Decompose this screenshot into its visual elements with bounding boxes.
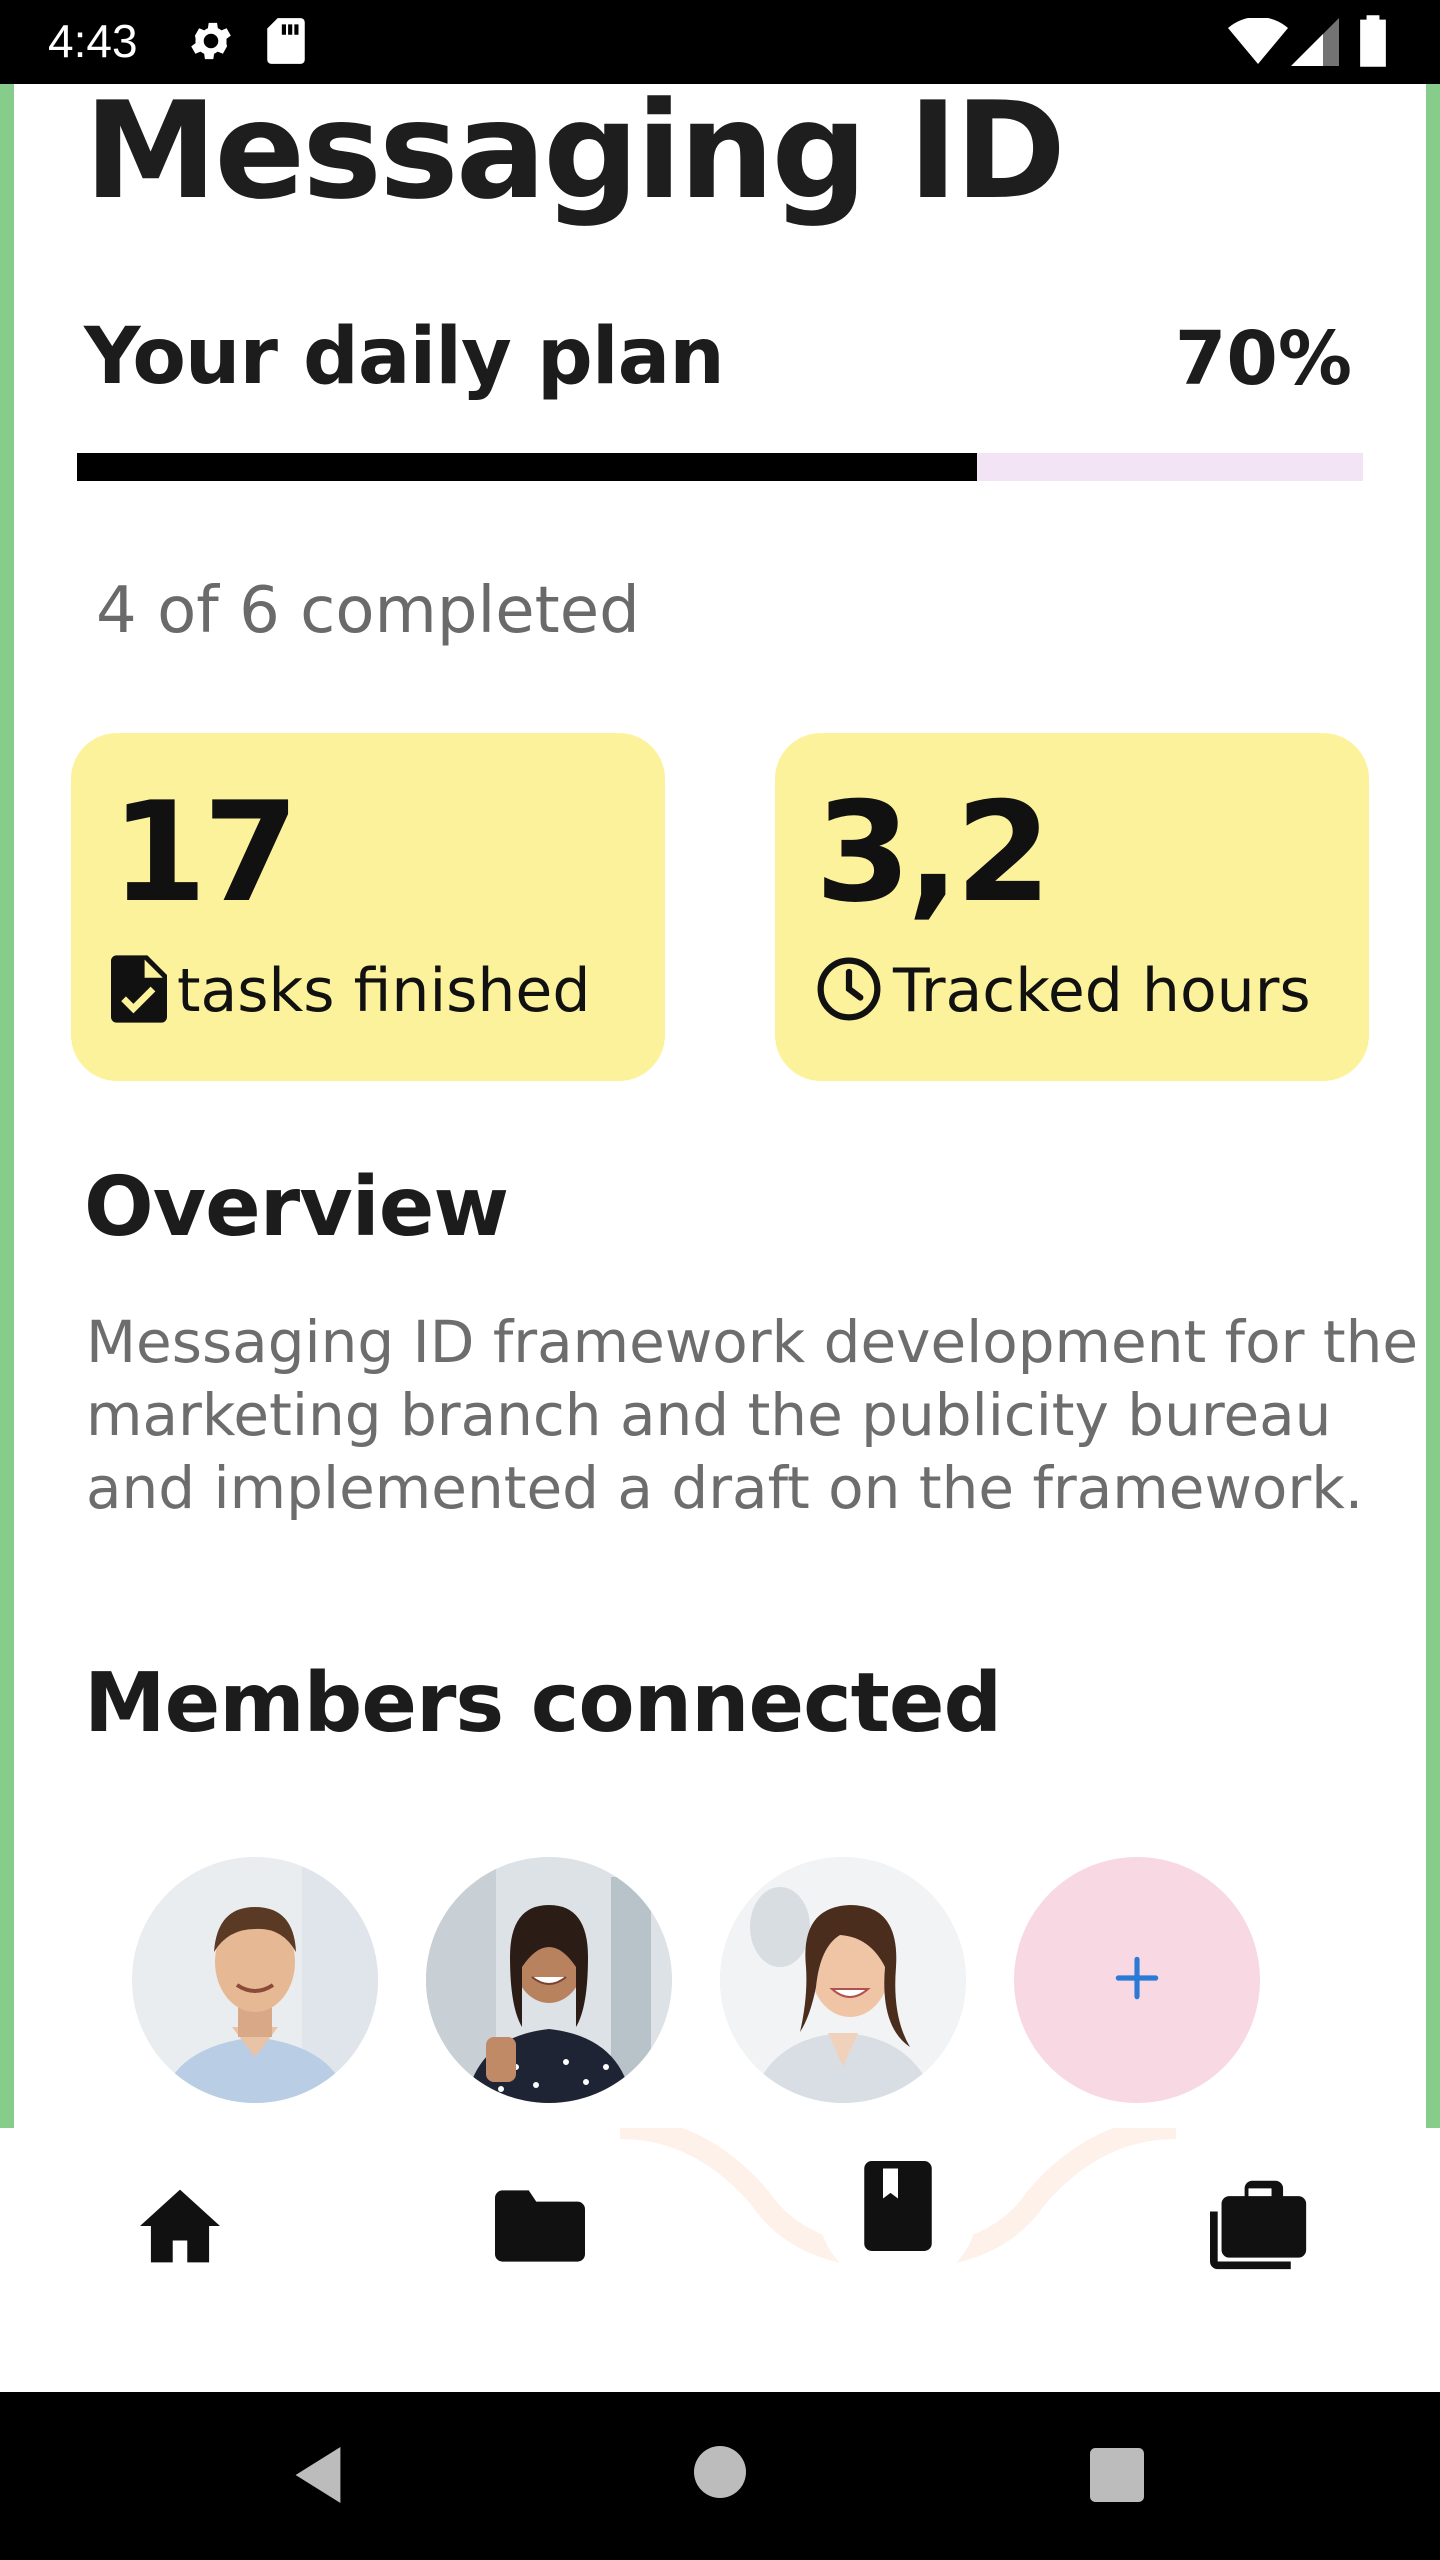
- tasks-finished-value: 17: [111, 772, 299, 933]
- right-border: [1426, 84, 1440, 2128]
- add-member-button[interactable]: [1014, 1857, 1260, 2103]
- folder-icon: [495, 2190, 585, 2266]
- clock-icon: [815, 955, 883, 1027]
- wifi-icon: [1228, 16, 1288, 70]
- nav-bookmark-button[interactable]: [818, 2128, 978, 2288]
- daily-plan-progress-bar: [77, 453, 1363, 481]
- daily-plan-label: Your daily plan: [84, 312, 725, 402]
- briefcase-icon: [1210, 2176, 1310, 2274]
- avatar-woman-thumbs-up[interactable]: [426, 1857, 672, 2103]
- home-circle-icon[interactable]: [694, 2446, 746, 2502]
- task-done-icon: [111, 955, 167, 1027]
- home-icon: [136, 2186, 224, 2270]
- gear-icon: [186, 16, 236, 70]
- tracked-hours-value: 3,2: [815, 772, 1051, 933]
- nav-home-button[interactable]: [130, 2178, 230, 2278]
- left-border: [0, 84, 14, 2128]
- battery-icon: [1358, 14, 1388, 72]
- signal-icon: [1290, 18, 1340, 70]
- progress-fill: [77, 453, 978, 481]
- status-bar: 4:43: [0, 0, 1440, 84]
- members-heading: Members connected: [84, 1656, 1002, 1751]
- recents-icon[interactable]: [1090, 2448, 1144, 2506]
- page-title: Messaging ID: [84, 84, 1066, 229]
- nav-briefcase-button[interactable]: [1208, 2170, 1312, 2280]
- overview-heading: Overview: [84, 1160, 509, 1255]
- system-navigation-bar: [0, 2392, 1440, 2560]
- plus-icon: [1109, 1950, 1165, 2010]
- tasks-finished-label: tasks finished: [177, 956, 591, 1026]
- tracked-hours-label: Tracked hours: [893, 956, 1311, 1026]
- sd-card-icon: [264, 16, 308, 70]
- nav-folder-button[interactable]: [488, 2178, 592, 2278]
- avatar-man-blue-shirt[interactable]: [132, 1857, 378, 2103]
- tasks-finished-card[interactable]: 17 tasks finished: [71, 733, 665, 1081]
- completed-count: 4 of 6 completed: [96, 574, 640, 648]
- app-content[interactable]: Messaging ID Your daily plan 70% 4 of 6 …: [0, 84, 1440, 2128]
- daily-plan-percent: 70%: [1174, 316, 1352, 402]
- tracked-hours-card[interactable]: 3,2 Tracked hours: [775, 733, 1369, 1081]
- status-time: 4:43: [48, 15, 138, 67]
- avatar-woman-smiling[interactable]: [720, 1857, 966, 2103]
- bookmark-icon: [863, 2161, 933, 2255]
- back-icon[interactable]: [290, 2444, 346, 2510]
- overview-description: Messaging ID framework development for t…: [86, 1308, 1419, 1522]
- bottom-navigation: [0, 2128, 1440, 2392]
